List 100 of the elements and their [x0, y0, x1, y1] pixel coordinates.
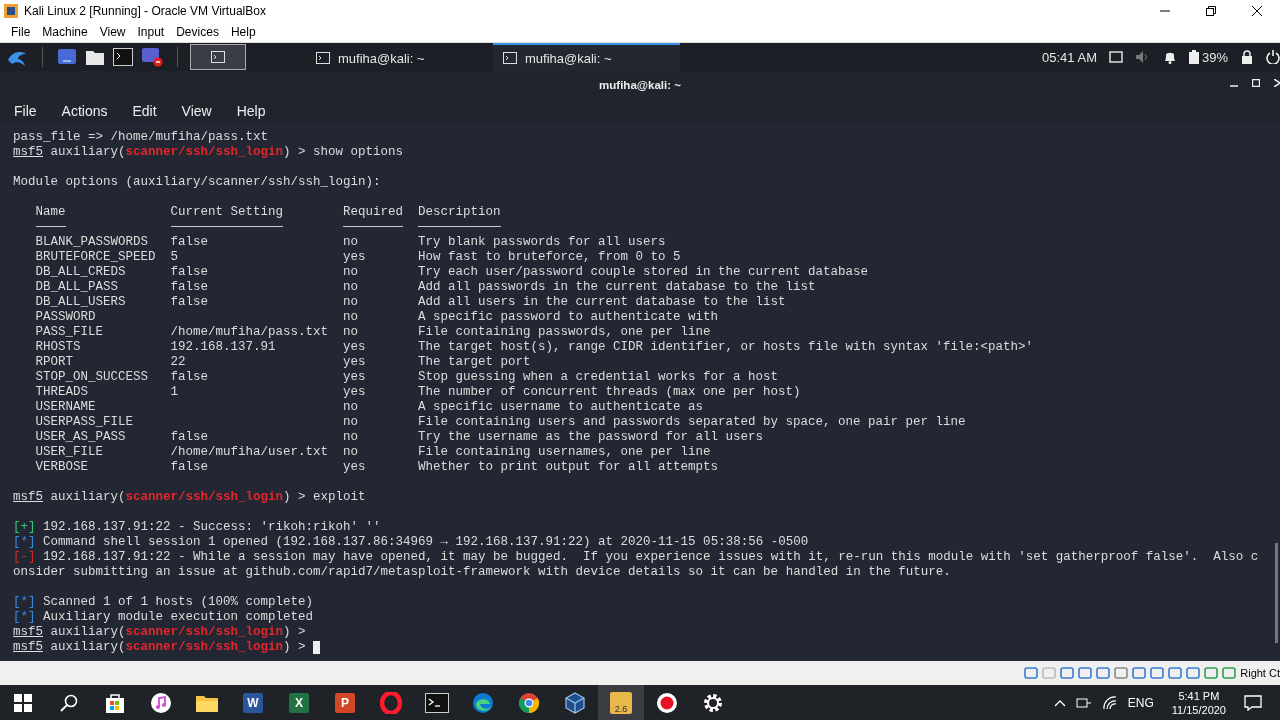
search-icon[interactable]: [60, 694, 78, 712]
device-status-icon: [1222, 666, 1237, 680]
menu-item[interactable]: Devices: [171, 25, 226, 39]
table-cell: DB_ALL_CREDS: [35, 265, 126, 279]
document-app-icon[interactable]: W: [243, 693, 263, 713]
display-icon[interactable]: [1108, 51, 1123, 63]
lock-icon[interactable]: [1240, 50, 1254, 64]
workspace-switcher[interactable]: [190, 44, 246, 70]
slides-app-icon[interactable]: P: [335, 693, 355, 713]
table-cell: STOP_ON_SUCCESS: [35, 370, 149, 384]
terminal-icon[interactable]: [503, 52, 517, 64]
column-header: Required: [343, 205, 403, 219]
table-cell: RHOSTS: [35, 340, 81, 354]
terminal-line: [-] 192.168.137.91:22 - While a session may have opened, it may be bugged. If you experience issues with it, re-run this module with 'set gatherproof false'. Also c: [13, 550, 1259, 565]
table-cell: no: [343, 310, 358, 324]
device-status-icon: [1096, 666, 1111, 680]
clock[interactable]: 5:41 PM 11/15/2020: [1171, 689, 1226, 717]
record-icon[interactable]: [656, 692, 678, 714]
table-cell: yes: [343, 340, 366, 354]
edge-icon[interactable]: [472, 692, 494, 714]
table-cell: Add all passwords in the current database to the list: [418, 280, 816, 294]
table-cell: USERNAME: [35, 400, 96, 414]
menu-item[interactable]: Input: [132, 25, 172, 39]
table-cell: no: [343, 295, 358, 309]
terminal-icon[interactable]: [425, 693, 449, 713]
terminal-icon[interactable]: [316, 52, 330, 64]
cube-icon[interactable]: [564, 692, 586, 714]
wifi-icon[interactable]: [1101, 696, 1118, 710]
terminal-line: msf5 auxiliary(scanner/ssh/ssh_login) > show options: [13, 145, 404, 160]
app-icon[interactable]: 2.6: [610, 692, 632, 714]
menu-item[interactable]: File: [6, 25, 38, 39]
menu-item[interactable]: View: [94, 25, 133, 39]
music-note-icon[interactable]: [150, 692, 172, 714]
maximize-icon[interactable]: [1252, 79, 1260, 87]
device-status-icon: [1024, 666, 1039, 680]
chevron-up-icon[interactable]: [1053, 699, 1066, 707]
menu-item[interactable]: File: [14, 102, 37, 119]
table-cell: BRUTEFORCE_SPEED: [35, 250, 156, 264]
folder-icon[interactable]: [195, 693, 219, 713]
table-cell: false: [170, 430, 208, 444]
table-cell: no: [343, 430, 358, 444]
table-cell: no: [343, 445, 358, 459]
chrome-icon[interactable]: [518, 692, 540, 714]
device-status-icon: [1078, 666, 1093, 680]
table-cell: USER_AS_PASS: [35, 430, 126, 444]
terminal-icon[interactable]: [211, 51, 225, 63]
table-cell: Stop guessing when a credential works for a host: [418, 370, 779, 384]
menu-item[interactable]: Help: [236, 102, 266, 119]
windows-icon[interactable]: [14, 694, 32, 712]
task-button[interactable]: mufiha@kali: ~: [306, 43, 493, 71]
table-cell: 192.168.137.91: [170, 340, 276, 354]
menu-item[interactable]: View: [181, 102, 212, 119]
table-cell: The number of concurrent threads (max one per host): [418, 385, 801, 399]
menu-item[interactable]: Machine: [37, 25, 95, 39]
host-key-label: Right Ct: [1240, 667, 1280, 679]
table-cell: no: [343, 400, 358, 414]
virtualbox-icon: [4, 4, 18, 18]
table-cell: DB_ALL_PASS: [35, 280, 118, 294]
table-cell: false: [170, 460, 208, 474]
restore-icon[interactable]: [1206, 6, 1216, 16]
menu-item[interactable]: Edit: [132, 102, 157, 119]
opera-icon[interactable]: [380, 692, 402, 714]
device-status-icon: [1132, 666, 1147, 680]
battery-icon: [1188, 50, 1199, 64]
network-icon[interactable]: [1075, 696, 1092, 710]
scrollbar[interactable]: [1275, 543, 1278, 643]
table-cell: no: [343, 325, 358, 339]
task-button[interactable]: mufiha@kali: ~: [493, 43, 680, 71]
table-cell: USER_FILE: [35, 445, 103, 459]
gear-icon[interactable]: [702, 692, 724, 714]
column-header: Current Setting: [170, 205, 284, 219]
table-cell: yes: [343, 355, 366, 369]
notification-icon[interactable]: [1244, 695, 1262, 711]
table-cell: PASS_FILE: [35, 325, 103, 339]
device-status-icon: [1060, 666, 1075, 680]
table-cell: 22: [170, 355, 186, 369]
desktop-icon[interactable]: [57, 48, 77, 66]
monitor-icon[interactable]: [141, 47, 163, 67]
table-cell: How fast to bruteforce, from 0 to 5: [418, 250, 681, 264]
table-cell: USERPASS_FILE: [35, 415, 134, 429]
battery-percent: 39%: [1201, 49, 1228, 65]
spreadsheet-app-icon[interactable]: X: [289, 693, 309, 713]
shopping-bag-icon[interactable]: [104, 692, 126, 714]
power-icon[interactable]: [1266, 50, 1280, 64]
terminal-line: [*] Command shell session 1 opened (192.168.137.86:34969 → 192.168.137.91:22) at 2020-11-15 05:38:56 -0500: [13, 535, 809, 550]
bell-icon[interactable]: [1162, 50, 1177, 64]
menu-item[interactable]: Actions: [61, 102, 108, 119]
table-cell: /home/mufiha/user.txt: [170, 445, 329, 459]
device-status-icon: [1204, 666, 1219, 680]
menu-item[interactable]: Help: [225, 25, 263, 39]
table-cell: File containing users and passwords separated by space, one pair per line: [418, 415, 966, 429]
clock[interactable]: 05:41 AM: [1042, 49, 1097, 65]
terminal-icon[interactable]: [113, 48, 133, 66]
table-cell: VERBOSE: [35, 460, 88, 474]
table-cell: Try the username as the password for all users: [418, 430, 764, 444]
table-cell: The target port: [418, 355, 531, 369]
table-cell: 1: [170, 385, 178, 399]
folder-icon[interactable]: [85, 48, 105, 66]
language-indicator[interactable]: ENG: [1127, 696, 1154, 710]
table-cell: false: [170, 235, 208, 249]
